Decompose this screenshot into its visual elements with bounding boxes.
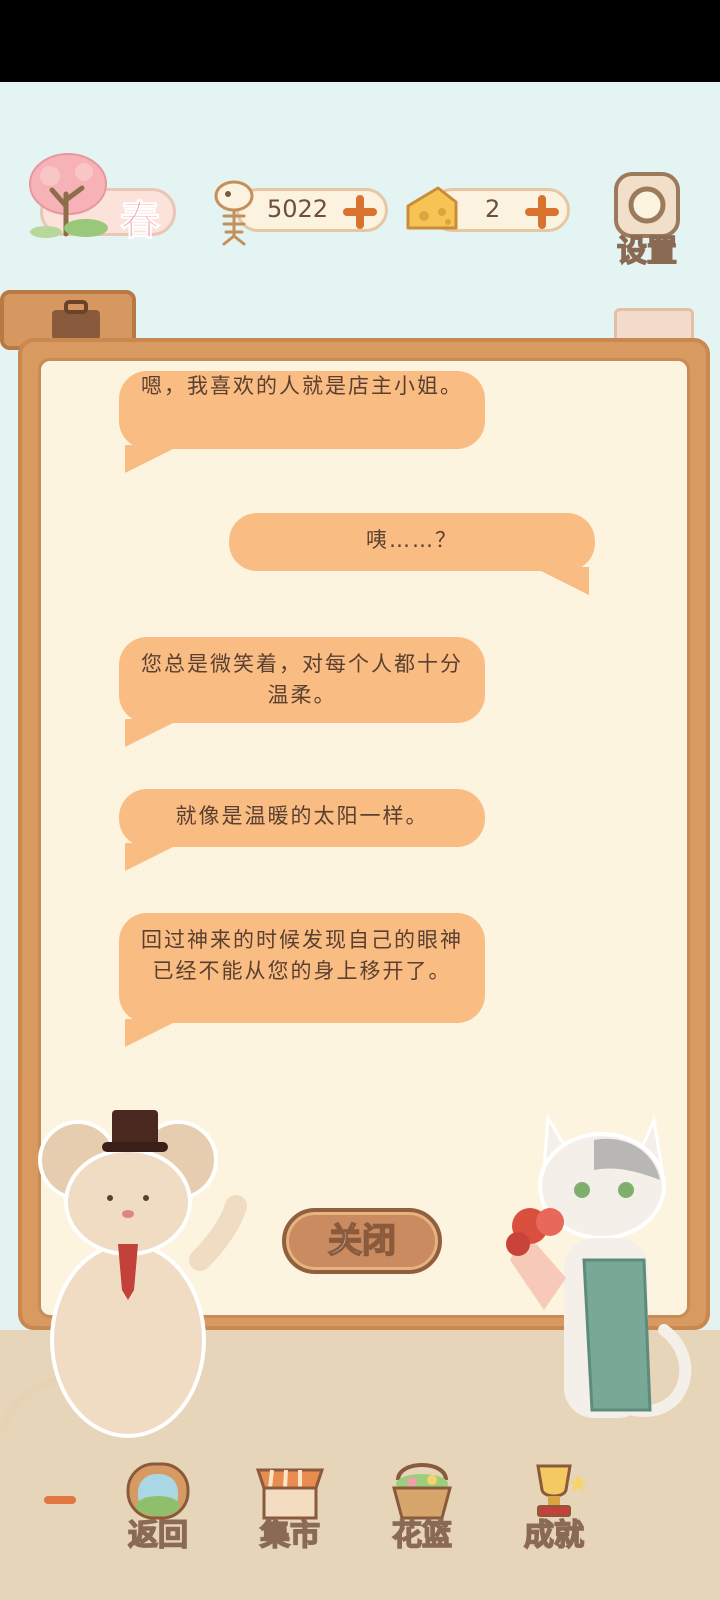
cherry-tree-icon (29, 153, 108, 238)
nav-market-label: 集市 (259, 1517, 321, 1554)
fish-amount: 5022 (267, 195, 329, 223)
settings-button[interactable]: 设置 (606, 170, 688, 270)
close-button[interactable]: 关闭 (282, 1208, 442, 1274)
nav-achievements-label: 成就 (523, 1517, 585, 1554)
fish-bone-icon (214, 180, 254, 246)
nav-market-button[interactable]: 集市 (244, 1460, 336, 1554)
cat-florist-illustration (506, 1113, 692, 1418)
cheese-icon (406, 186, 458, 230)
settings-label: 设置 (616, 233, 678, 270)
nav-indicator (44, 1496, 76, 1504)
message-text: 咦……？ (366, 528, 458, 552)
add-fish-button[interactable] (343, 195, 377, 229)
nav-flower-basket-button[interactable]: 花篮 (376, 1460, 468, 1554)
cheese-amount: 2 (485, 195, 501, 223)
message-text: 就像是温暖的太阳一样。 (175, 804, 429, 828)
chat-bubble-right: 咦……？ (229, 513, 595, 571)
close-button-label: 关闭 (327, 1220, 397, 1262)
message-text: 您总是微笑着，对每个人都十分温柔。 (141, 652, 463, 707)
message-text: 嗯，我喜欢的人就是店主小姐。 (141, 374, 463, 398)
add-cheese-button[interactable] (525, 195, 559, 229)
chat-bubble-left: 嗯，我喜欢的人就是店主小姐。 (119, 371, 485, 449)
season-badge[interactable]: 春 (26, 150, 178, 245)
nav-back-label: 返回 (127, 1517, 189, 1554)
bubble-tail (125, 445, 181, 473)
chat-bubble-left: 就像是温暖的太阳一样。 (119, 789, 485, 847)
season-label: 春 (120, 198, 161, 245)
briefcase-icon (52, 300, 100, 340)
message-text: 回过神来的时候发现自己的眼神已经不能从您的身上移开了。 (141, 928, 463, 983)
chat-bubble-left: 您总是微笑着，对每个人都十分温柔。 (119, 637, 485, 723)
status-bar (0, 0, 720, 82)
bubble-tail (125, 719, 181, 747)
bubble-tail (533, 567, 589, 595)
bubble-tail (125, 1019, 181, 1047)
nav-flower-basket-label: 花篮 (391, 1517, 453, 1554)
bubble-tail (125, 843, 181, 871)
mouse-character-illustration (0, 1110, 247, 1438)
chat-bubble-left: 回过神来的时候发现自己的眼神已经不能从您的身上移开了。 (119, 913, 485, 1023)
nav-achievements-button[interactable]: 成就 (508, 1460, 600, 1554)
nav-back-button[interactable]: 返回 (112, 1460, 204, 1554)
